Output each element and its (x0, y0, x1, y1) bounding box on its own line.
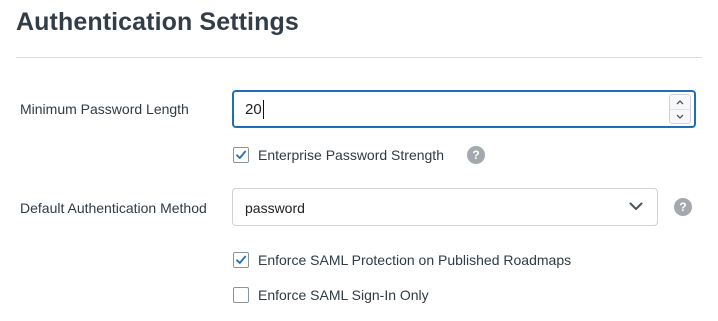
checkmark-icon (236, 150, 247, 159)
enforce-saml-protection-label[interactable]: Enforce SAML Protection on Published Roa… (258, 252, 571, 268)
enforce-saml-signin-label[interactable]: Enforce SAML Sign-In Only (258, 287, 429, 303)
enforce-saml-signin-checkbox[interactable] (233, 287, 249, 303)
header-divider (16, 57, 702, 58)
help-icon[interactable]: ? (674, 198, 692, 216)
default-auth-method-label: Default Authentication Method (20, 200, 207, 216)
min-password-length-label: Minimum Password Length (20, 101, 189, 117)
page-title: Authentication Settings (16, 8, 299, 36)
default-auth-method-value: password (245, 200, 305, 216)
min-password-length-input[interactable]: 20 (232, 90, 696, 128)
enforce-saml-protection-checkbox[interactable] (233, 252, 249, 268)
help-icon[interactable]: ? (467, 146, 485, 164)
enterprise-password-strength-checkbox[interactable] (233, 147, 249, 163)
number-stepper[interactable] (669, 94, 691, 124)
text-caret (263, 100, 264, 119)
enterprise-password-strength-label[interactable]: Enterprise Password Strength (258, 147, 444, 163)
stepper-up-button[interactable] (670, 95, 690, 110)
chevron-up-icon (676, 99, 684, 104)
chevron-down-icon (629, 202, 643, 210)
default-auth-method-select[interactable]: password (232, 188, 658, 226)
checkmark-icon (236, 255, 247, 264)
chevron-down-icon (676, 114, 684, 119)
min-password-length-value: 20 (245, 101, 262, 118)
stepper-down-button[interactable] (670, 109, 690, 123)
